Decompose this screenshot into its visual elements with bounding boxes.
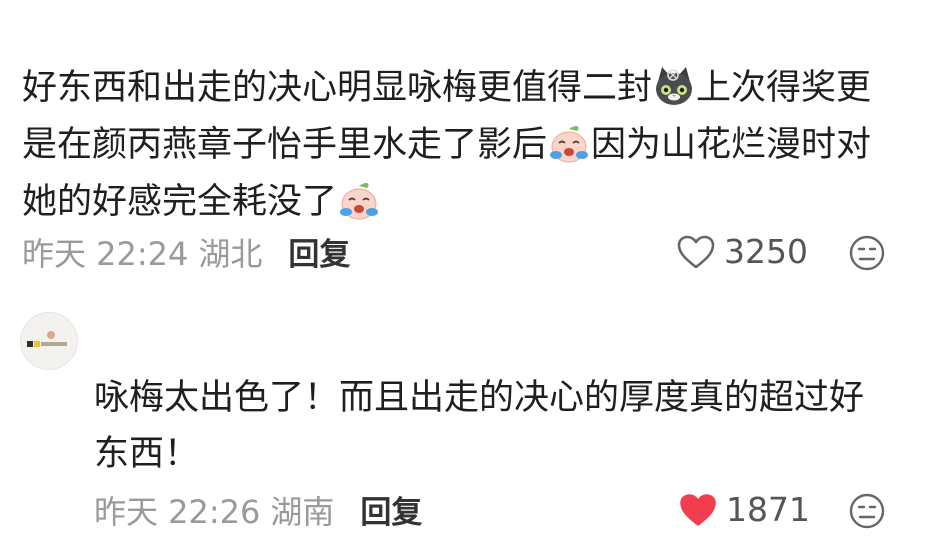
avatar-image bbox=[21, 313, 77, 369]
comment-2-body: 咏梅太出色了！而且出走的决心的厚度真的超过好东西！ bbox=[94, 378, 865, 474]
comment-2-like-count: 1871 bbox=[726, 490, 810, 529]
comment-1-text-part-1: 好东西和出走的决心明显咏梅更值得二封 bbox=[22, 68, 653, 108]
comment-2-avatar[interactable] bbox=[20, 312, 78, 370]
comment-2-username[interactable] bbox=[94, 312, 174, 342]
comment-thread: 好东西和出走的决心明显咏梅更值得二封 上次得奖更是在颜丙燕章子怡手里水走了影后 … bbox=[0, 0, 925, 560]
comment-2-location: 湖南 bbox=[270, 493, 335, 531]
comment-2-like-button[interactable]: 1871 bbox=[678, 490, 810, 530]
comment-1-reply-button[interactable]: 回复 bbox=[288, 237, 350, 273]
comment-1-meta: 昨天 22:24 湖北 回复 bbox=[22, 234, 350, 275]
comment-2-reply-button[interactable]: 回复 bbox=[360, 495, 422, 531]
crying-peach-emoji-icon bbox=[550, 125, 589, 163]
comment-1-username[interactable] bbox=[22, 0, 137, 30]
heart-filled-icon bbox=[680, 494, 716, 526]
comment-1-body: 好东西和出走的决心明显咏梅更值得二封 上次得奖更是在颜丙燕章子怡手里水走了影后 … bbox=[22, 60, 902, 231]
comment-1-time: 昨天 22:24 bbox=[22, 235, 189, 273]
comment-2-time: 昨天 22:26 bbox=[94, 493, 261, 531]
comment-1-dislike-face-icon[interactable] bbox=[848, 234, 886, 272]
watermark bbox=[420, 516, 550, 546]
heart-outline-icon bbox=[677, 235, 715, 269]
crying-peach-emoji-icon bbox=[340, 182, 379, 220]
cat-emoji-icon bbox=[656, 67, 693, 105]
comment-1-like-count: 3250 bbox=[724, 232, 808, 271]
comment-1-location: 湖北 bbox=[198, 235, 263, 273]
comment-1-like-button[interactable]: 3250 bbox=[676, 232, 808, 272]
comment-2-meta: 昨天 22:26 湖南 回复 bbox=[94, 492, 422, 533]
comment-2-dislike-face-icon[interactable] bbox=[848, 492, 886, 530]
